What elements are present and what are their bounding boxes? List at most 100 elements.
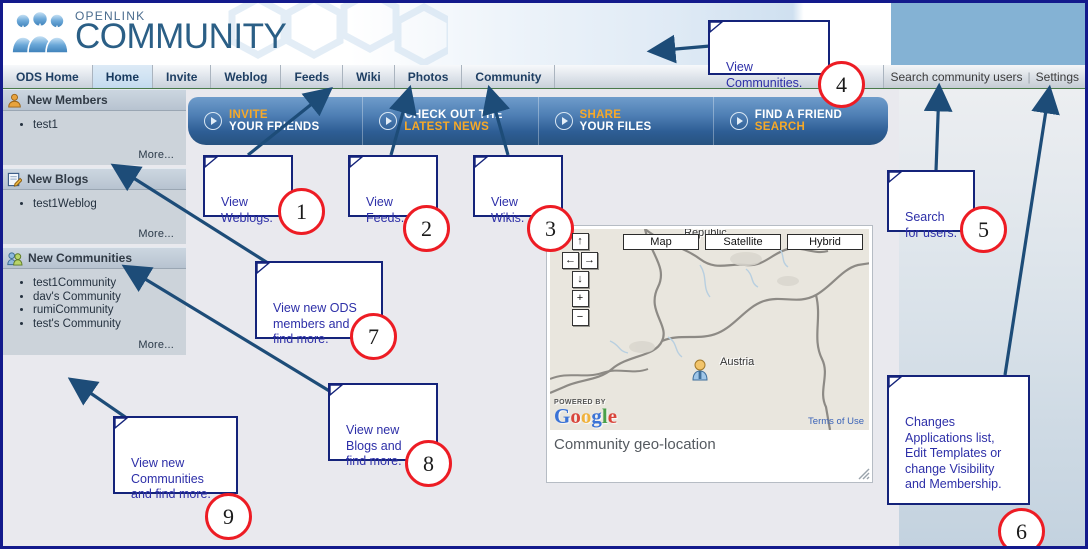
list-item[interactable]: rumiCommunity xyxy=(33,304,180,318)
fold-corner-icon xyxy=(474,156,489,169)
play-circle-icon xyxy=(554,112,573,130)
promo-item-share[interactable]: SHARE YOUR FILES xyxy=(539,97,714,145)
panel-new-communities-title: New Communities xyxy=(28,251,133,265)
callout-1-text: View Weblogs. xyxy=(221,195,273,225)
nav-separator: | xyxy=(1027,69,1031,84)
fold-corner-icon xyxy=(329,384,344,397)
panel-new-blogs-header: New Blogs xyxy=(3,168,186,190)
play-circle-icon xyxy=(729,112,748,130)
panel-new-blogs: New Blogs test1Weblog More... xyxy=(3,168,186,244)
list-item[interactable]: test1 xyxy=(33,119,180,133)
arrow-to-new-communities xyxy=(67,377,132,423)
callout-6-text: Changes Applications list, Edit Template… xyxy=(905,415,1002,491)
fold-corner-icon xyxy=(888,376,903,389)
promo-invite-line1: INVITE xyxy=(229,108,268,121)
callout-3-text: View Wikis. xyxy=(491,195,525,225)
map-pin-icon[interactable] xyxy=(691,359,709,381)
google-attribution: POWERED BY Google xyxy=(554,399,618,428)
map-pan-zoom-controls[interactable]: ↑ ← → ↓ + − xyxy=(558,233,602,328)
google-wordmark: Google xyxy=(554,404,618,428)
promo-share-line2: YOUR FILES xyxy=(579,121,652,133)
fold-corner-icon xyxy=(256,262,271,275)
map-terms-of-use-link[interactable]: Terms of Use xyxy=(808,416,864,427)
new-members-more-link[interactable]: More... xyxy=(3,145,186,165)
map-type-buttons: Map Satellite Hybrid xyxy=(623,234,863,250)
resize-grip-icon[interactable] xyxy=(857,467,870,480)
promo-news-line2: LATEST NEWS xyxy=(404,121,490,133)
nav-tab-feeds[interactable]: Feeds xyxy=(281,65,344,88)
list-item[interactable]: test1Community xyxy=(33,277,180,291)
callout-badge-1: 1 xyxy=(278,188,325,235)
panel-new-communities: New Communities test1Community dav's Com… xyxy=(3,247,186,355)
map-type-map-button[interactable]: Map xyxy=(623,234,699,250)
panel-new-members-header: New Members xyxy=(3,89,186,111)
callout-badge-5: 5 xyxy=(960,206,1007,253)
notepad-pencil-icon xyxy=(7,172,22,187)
map-type-hybrid-button[interactable]: Hybrid xyxy=(787,234,863,250)
fold-corner-icon xyxy=(349,156,364,169)
map-pan-down-icon[interactable]: ↓ xyxy=(571,271,589,288)
callout-4-text: View Communities. xyxy=(726,60,803,90)
callout-9-text: View new Communities and find more. xyxy=(131,456,211,501)
site-logo[interactable]: OPENLINK COMMUNITY xyxy=(11,6,287,58)
map-zoom-out-button[interactable]: − xyxy=(571,309,589,326)
nav-tab-invite[interactable]: Invite xyxy=(153,65,212,88)
map-zoom-in-button[interactable]: + xyxy=(571,290,589,307)
map-pan-left-icon[interactable]: ← xyxy=(562,252,579,269)
panel-new-members-title: New Members xyxy=(27,93,108,107)
promo-item-invite[interactable]: INVITE YOUR FRIENDS xyxy=(188,97,364,145)
callout-badge-3-number: 3 xyxy=(545,215,556,241)
nav-tab-weblog[interactable]: Weblog xyxy=(211,65,282,88)
map-type-satellite-button[interactable]: Satellite xyxy=(705,234,781,250)
nav-tab-ods-home[interactable]: ODS Home xyxy=(3,65,93,88)
callout-badge-2: 2 xyxy=(403,205,450,252)
map-label-austria: Austria xyxy=(720,356,755,368)
logo-bottom-text: COMMUNITY xyxy=(75,17,287,56)
promo-item-news[interactable]: CHECK OUT THE LATEST NEWS xyxy=(363,97,539,145)
left-sidebar: New Members test1 More... New Blogs xyxy=(3,89,186,358)
nav-tab-photos[interactable]: Photos xyxy=(394,65,463,88)
page-root: OPENLINK COMMUNITY ODS Home Home Invite … xyxy=(0,0,1088,549)
map-pan-up-icon[interactable]: ↑ xyxy=(571,233,589,250)
panel-new-communities-body: test1Community dav's Community rumiCommu… xyxy=(3,269,186,335)
fold-corner-icon xyxy=(888,171,903,184)
nav-tab-home[interactable]: Home xyxy=(92,65,154,88)
callout-badge-4: 4 xyxy=(818,61,865,108)
promo-invite-line2: YOUR FRIENDS xyxy=(229,121,320,133)
callout-badge-5-number: 5 xyxy=(978,216,989,242)
callout-badge-2-number: 2 xyxy=(421,215,432,241)
panel-new-blogs-title: New Blogs xyxy=(27,172,89,186)
promo-news-line1: CHECK OUT THE xyxy=(404,108,503,121)
callout-badge-7: 7 xyxy=(350,313,397,360)
nav-utility-links: Search community users | Settings xyxy=(884,65,1085,88)
promo-item-find-friend[interactable]: FIND A FRIEND SEARCH xyxy=(714,97,888,145)
fold-corner-icon xyxy=(709,21,724,34)
new-communities-more-link[interactable]: More... xyxy=(3,335,186,355)
nav-tab-community[interactable]: Community xyxy=(462,65,556,88)
fold-corner-icon xyxy=(204,156,219,169)
callout-7-text: View new ODS members and find more. xyxy=(273,301,357,346)
panel-new-communities-header: New Communities xyxy=(3,247,186,269)
settings-link[interactable]: Settings xyxy=(1036,70,1079,84)
list-item[interactable]: dav's Community xyxy=(33,291,180,305)
list-item[interactable]: test1Weblog xyxy=(33,198,180,212)
search-community-users-link[interactable]: Search community users xyxy=(890,70,1022,84)
header-blue-panel xyxy=(891,3,1085,65)
promo-find-line1: FIND A FRIEND xyxy=(754,108,843,121)
callout-badge-8: 8 xyxy=(405,440,452,487)
map-canvas[interactable]: ↑ ← → ↓ + − Map Satellite Hybrid Republi… xyxy=(550,229,869,430)
map-pan-right-icon[interactable]: → xyxy=(581,252,598,269)
fold-corner-icon xyxy=(114,417,129,430)
new-blogs-more-link[interactable]: More... xyxy=(3,224,186,244)
community-geo-location-widget: ↑ ← → ↓ + − Map Satellite Hybrid Republi… xyxy=(546,225,873,483)
main-navigation: ODS Home Home Invite Weblog Feeds Wiki P… xyxy=(3,65,1085,89)
promo-share-line1: SHARE xyxy=(579,108,622,121)
nav-tab-wiki[interactable]: Wiki xyxy=(343,65,395,88)
promo-find-line2: SEARCH xyxy=(754,121,806,133)
site-header: OPENLINK COMMUNITY xyxy=(3,3,1085,65)
callout-badge-4-number: 4 xyxy=(836,71,847,97)
list-item[interactable]: test's Community xyxy=(33,318,180,332)
map-caption: Community geo-location xyxy=(554,436,716,453)
callout-badge-9-number: 9 xyxy=(223,503,234,529)
play-circle-icon xyxy=(204,112,222,130)
